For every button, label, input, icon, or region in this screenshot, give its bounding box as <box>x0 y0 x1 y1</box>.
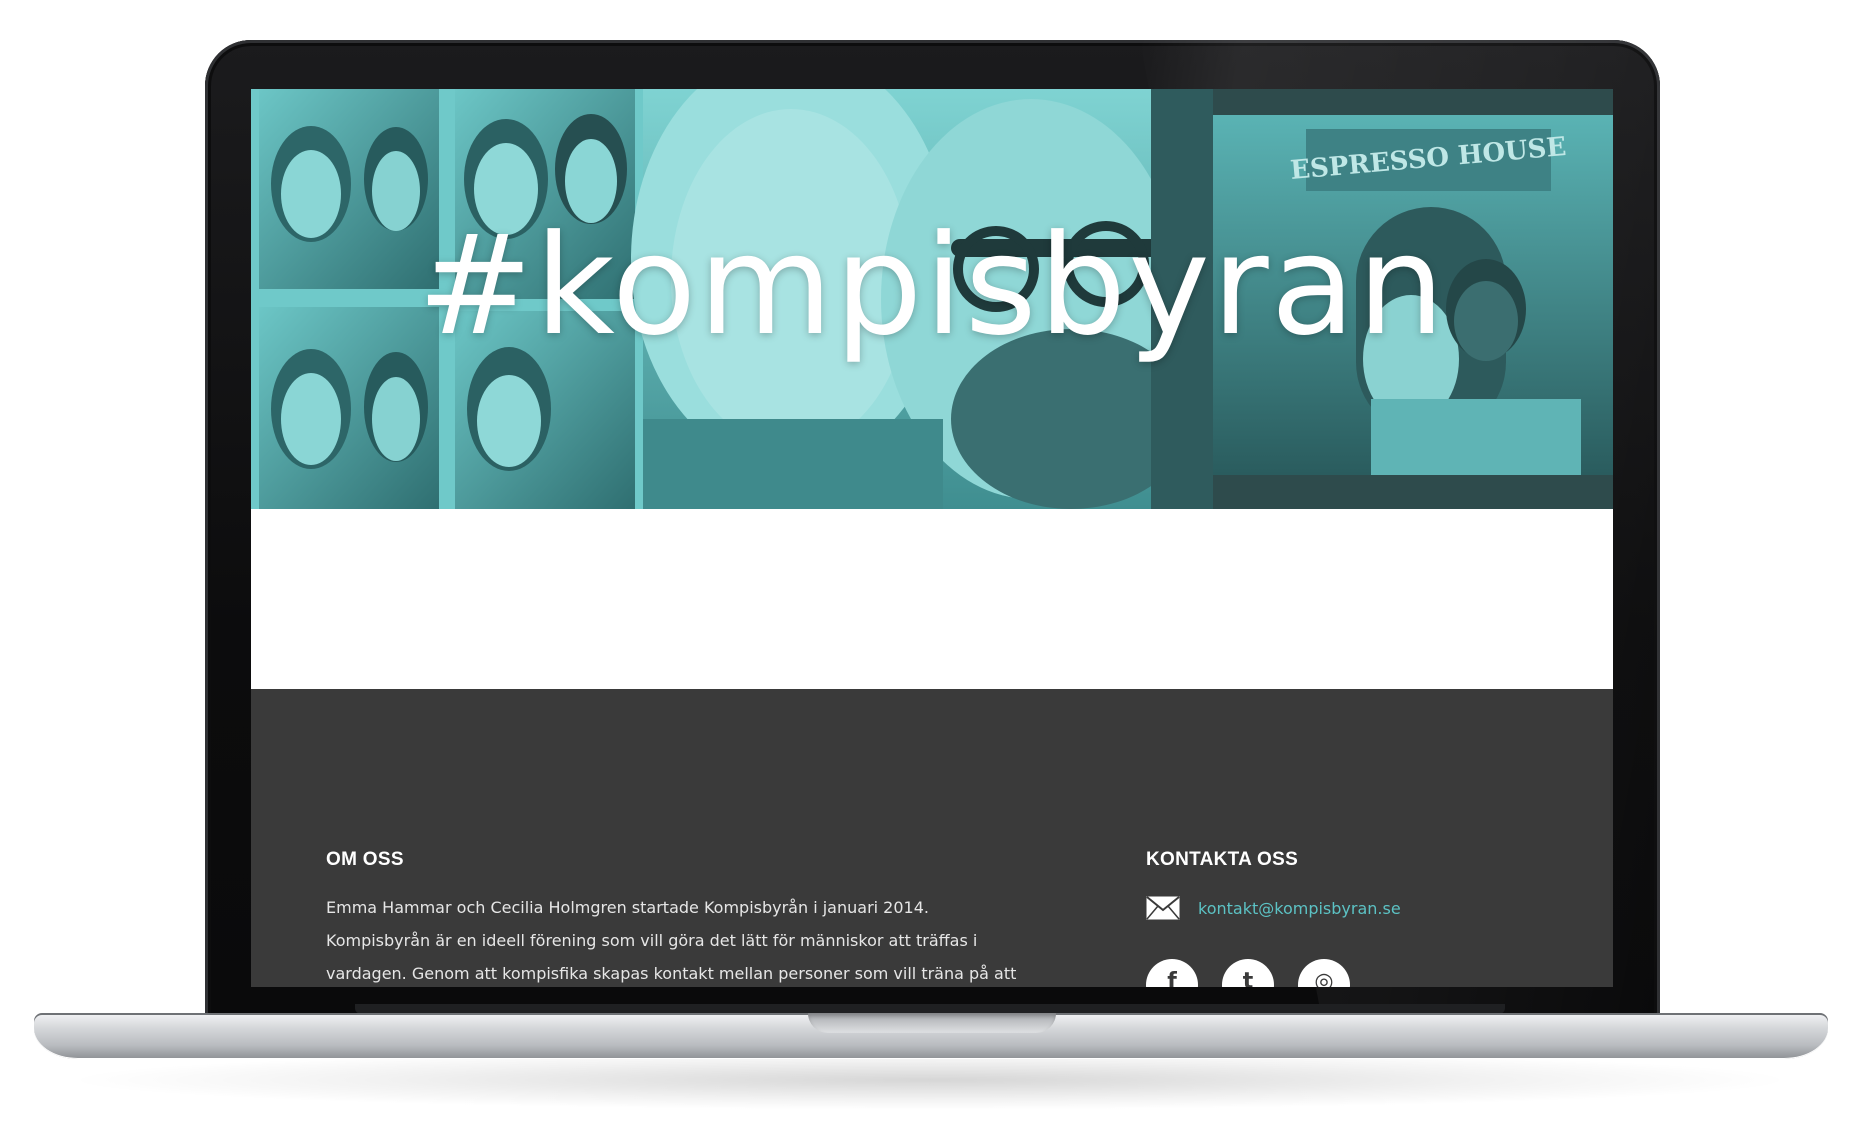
footer-about-section: OM OSS Emma Hammar och Cecilia Holmgren … <box>326 849 1026 987</box>
floor-shadow <box>60 1050 1800 1110</box>
hero-hashtag-title: #kompisbyran <box>417 205 1447 366</box>
laptop-mockup: ESPRESSO HOUSE #kompisbyran OM OSS Emma … <box>0 0 1860 1136</box>
footer-contact-section: KONTAKTA OSS kontakt@kompisbyran.se f t … <box>1146 849 1566 987</box>
contact-email-row: kontakt@kompisbyran.se <box>1146 891 1566 925</box>
content-spacer <box>251 509 1613 689</box>
about-text: Emma Hammar och Cecilia Holmgren startad… <box>326 898 1017 983</box>
browser-viewport: ESPRESSO HOUSE #kompisbyran OM OSS Emma … <box>251 89 1613 987</box>
instagram-icon[interactable]: ◎ <box>1298 959 1350 987</box>
hero-banner: ESPRESSO HOUSE #kompisbyran <box>251 89 1613 509</box>
twitter-icon[interactable]: t <box>1222 959 1274 987</box>
contact-email-link[interactable]: kontakt@kompisbyran.se <box>1198 899 1401 918</box>
site-footer: OM OSS Emma Hammar och Cecilia Holmgren … <box>251 689 1613 987</box>
contact-heading: KONTAKTA OSS <box>1146 849 1299 870</box>
laptop-open-notch <box>808 1013 1056 1033</box>
about-heading: OM OSS <box>326 849 404 870</box>
social-links: f t ◎ <box>1146 959 1350 987</box>
facebook-icon[interactable]: f <box>1146 959 1198 987</box>
mail-icon <box>1146 896 1180 920</box>
